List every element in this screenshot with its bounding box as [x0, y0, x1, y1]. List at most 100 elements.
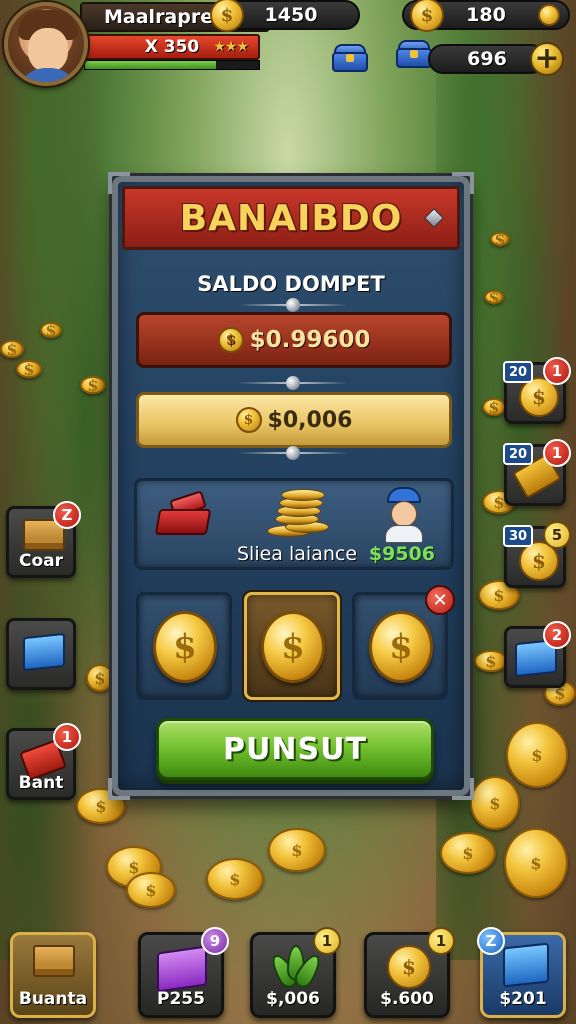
ground-coin	[474, 650, 508, 672]
side-button-bant[interactable]: Bant 1	[6, 723, 81, 800]
rank-stars-icon: ★★★	[213, 39, 249, 55]
notification-badge: 1	[543, 357, 571, 385]
side-reward-3[interactable]: $ 30 5	[503, 521, 571, 588]
coin-slot-right[interactable]: $ ✕	[352, 585, 455, 700]
red-box-icon	[154, 490, 213, 537]
reward-count: 30	[503, 525, 533, 547]
side-button-coar[interactable]: Coar Z	[6, 501, 81, 578]
gem-counter[interactable]: 696	[428, 44, 546, 74]
coin-slot-left[interactable]: $	[136, 592, 232, 700]
reward-count: 20	[503, 361, 533, 383]
ornament-divider	[238, 446, 348, 460]
player-hp-bar: X 350 ★★★	[84, 34, 260, 60]
top-hud: Maalrapret X 350 ★★★ 1450 $ 180 $ 696 +	[0, 0, 576, 96]
confirm-button[interactable]: PUNSUT	[156, 718, 434, 780]
notification-badge: 1	[427, 927, 455, 955]
nav-button-coins[interactable]: $ $.600 1	[364, 927, 455, 1018]
frame-corner	[108, 778, 130, 800]
balance-bar-primary: $ $0.99600	[136, 312, 452, 368]
notification-badge: 1	[543, 439, 571, 467]
notification-badge: 1	[313, 927, 341, 955]
ground-coin	[440, 832, 496, 874]
hp-value: X 350	[144, 37, 200, 57]
blue-gem-crate-icon	[503, 942, 549, 988]
xp-progress-bar	[84, 60, 260, 70]
ground-coin	[482, 398, 506, 416]
blue-chest-icon[interactable]	[330, 42, 370, 74]
agent-face	[391, 501, 417, 527]
diamond-icon	[424, 208, 444, 228]
ground-coin	[504, 828, 568, 898]
side-reward-4[interactable]: 2	[504, 621, 571, 688]
modal-subtitle: SALDO DOMPET	[197, 272, 385, 296]
ground-coin	[484, 290, 504, 304]
info-label: Sliea laiance	[237, 543, 358, 565]
gold-amount: 180	[466, 4, 506, 26]
nav-label: $.600	[380, 989, 434, 1009]
reward-count: 20	[503, 443, 533, 465]
nav-label: $,006	[266, 989, 320, 1009]
wallet-modal: BANAIBDO SALDO DOMPET $ $0.99600 $ $0,00…	[108, 172, 474, 800]
gem-amount: 696	[467, 48, 507, 70]
close-icon[interactable]: ✕	[425, 585, 455, 615]
bottom-nav: Buanta P255 9 $,006 1 $ $.600 1 $201 Z	[0, 920, 576, 1024]
ground-coin	[126, 872, 176, 908]
dollar-coin-icon: $	[153, 611, 217, 683]
xp-progress-fill	[85, 61, 216, 69]
player-avatar[interactable]	[4, 2, 88, 86]
nav-label: $201	[499, 989, 547, 1009]
avatar-face	[28, 28, 68, 72]
nav-label: P255	[157, 989, 205, 1009]
side-button-gems[interactable]	[6, 618, 76, 690]
gold-small-coin-icon	[538, 4, 560, 26]
notification-badge: 5	[543, 521, 571, 549]
balance-primary-value: $0.99600	[249, 327, 371, 353]
coin-stack-icon	[263, 487, 333, 543]
notification-badge: 1	[53, 723, 81, 751]
agent-portrait-icon	[381, 487, 425, 543]
purple-gem-crate-icon	[157, 945, 207, 993]
leaf-icon	[267, 943, 325, 993]
add-currency-button[interactable]: +	[530, 42, 564, 76]
agent-body	[385, 525, 423, 543]
ground-coin	[16, 360, 42, 378]
side-reward-1[interactable]: $ 20 1	[503, 357, 571, 424]
balance-bar-secondary: $ $0,006	[136, 392, 452, 448]
ornament-divider	[238, 376, 348, 390]
ground-coin	[268, 828, 326, 872]
nav-button-p255[interactable]: P255 9	[138, 927, 229, 1018]
ground-coin	[80, 376, 106, 394]
coin-icon: $	[235, 407, 262, 433]
modal-header: BANAIBDO	[122, 186, 460, 250]
side-button-label: Bant	[18, 773, 64, 793]
coin-amount: 1450	[264, 4, 318, 26]
coin-slot-center[interactable]: $	[244, 592, 340, 700]
nav-button-buanta[interactable]: Buanta	[10, 932, 96, 1018]
nav-button-gems[interactable]: $201 Z	[477, 927, 566, 1018]
frame-corner	[452, 778, 474, 800]
side-reward-2[interactable]: 20 1	[503, 439, 571, 506]
nav-label: Buanta	[18, 989, 88, 1009]
wood-crate-icon	[33, 945, 75, 977]
blue-gem-crate-icon	[23, 632, 65, 672]
dollar-coin-icon: $	[369, 611, 433, 683]
ground-coin	[86, 664, 114, 692]
ground-coin	[506, 722, 568, 788]
modal-title: BANAIBDO	[179, 197, 403, 239]
dollar-coin-icon: $	[261, 611, 325, 683]
chest-lock	[410, 50, 418, 58]
coin-icon: $	[217, 327, 244, 353]
ground-coin	[206, 858, 264, 900]
notification-badge: Z	[477, 927, 505, 955]
ground-coin	[0, 340, 24, 358]
notification-badge: 9	[201, 927, 229, 955]
nav-button-leaf[interactable]: $,006 1	[250, 927, 341, 1018]
ornament-divider	[238, 298, 348, 312]
balance-info-panel: Sliea laiance $9506	[134, 478, 454, 570]
info-value: $9506	[368, 543, 435, 565]
avatar-shirt	[16, 68, 80, 82]
notification-badge: Z	[53, 501, 81, 529]
box-body	[154, 509, 212, 535]
side-button-label: Coar	[18, 551, 63, 571]
notification-badge: 2	[543, 621, 571, 649]
